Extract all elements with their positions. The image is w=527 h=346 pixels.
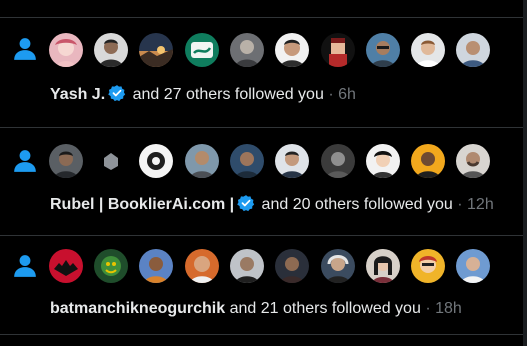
avatar[interactable] — [185, 33, 219, 67]
person-icon — [14, 38, 36, 60]
avatar[interactable] — [275, 33, 309, 67]
avatar-row — [49, 33, 509, 67]
avatar[interactable] — [230, 249, 264, 283]
avatar[interactable] — [230, 33, 264, 67]
divider — [0, 334, 527, 335]
verified-badge-icon — [108, 85, 126, 102]
avatar[interactable] — [321, 144, 355, 178]
avatar[interactable] — [456, 33, 490, 67]
avatar[interactable] — [94, 249, 128, 283]
avatar[interactable] — [366, 33, 400, 67]
avatar[interactable] — [366, 249, 400, 283]
avatar[interactable] — [275, 144, 309, 178]
avatar[interactable] — [321, 249, 355, 283]
avatar[interactable] — [94, 33, 128, 67]
follower-name[interactable]: Yash J. — [50, 86, 105, 103]
avatar[interactable] — [94, 144, 128, 178]
avatar[interactable] — [411, 249, 445, 283]
person-icon — [14, 255, 36, 277]
avatar[interactable] — [456, 249, 490, 283]
avatar[interactable] — [49, 144, 83, 178]
timestamp[interactable]: 18h — [435, 300, 462, 317]
avatar[interactable] — [185, 144, 219, 178]
follow-summary: and 27 others followed you — [132, 86, 324, 103]
avatar[interactable] — [49, 249, 83, 283]
person-icon — [14, 150, 36, 172]
avatar[interactable] — [139, 33, 173, 67]
follow-summary: and 20 others followed you — [261, 196, 453, 213]
verified-badge-icon — [237, 195, 255, 212]
separator-dot: · — [328, 86, 334, 103]
avatar[interactable] — [139, 144, 173, 178]
avatar-row — [49, 249, 509, 283]
follower-name[interactable]: batmanchikneogurchik — [50, 300, 225, 317]
avatar[interactable] — [411, 33, 445, 67]
follow-summary: and 21 others followed you — [229, 300, 421, 317]
follow-notification[interactable]: Rubel | BooklierAi.com | and 20 others f… — [0, 128, 527, 235]
follow-notification[interactable]: Yash J. and 27 others followed you · 6h — [0, 18, 527, 127]
avatar[interactable] — [230, 144, 264, 178]
notification-text: Rubel | BooklierAi.com | and 20 others f… — [50, 194, 494, 215]
avatar-row — [49, 144, 509, 178]
avatar[interactable] — [275, 249, 309, 283]
avatar[interactable] — [185, 249, 219, 283]
avatar[interactable] — [49, 33, 83, 67]
notification-text: batmanchikneogurchik and 21 others follo… — [50, 299, 462, 319]
avatar[interactable] — [366, 144, 400, 178]
avatar[interactable] — [456, 144, 490, 178]
follow-notification[interactable]: batmanchikneogurchik and 21 others follo… — [0, 236, 527, 334]
timestamp[interactable]: 12h — [467, 196, 494, 213]
timestamp[interactable]: 6h — [338, 86, 356, 103]
separator-dot: · — [457, 196, 463, 213]
notifications-feed: Yash J. and 27 others followed you · 6h — [0, 0, 527, 346]
avatar[interactable] — [139, 249, 173, 283]
notification-text: Yash J. and 27 others followed you · 6h — [50, 84, 356, 105]
separator-dot: · — [425, 300, 431, 317]
avatar[interactable] — [321, 33, 355, 67]
follower-name[interactable]: Rubel | BooklierAi.com | — [50, 196, 234, 213]
avatar[interactable] — [411, 144, 445, 178]
